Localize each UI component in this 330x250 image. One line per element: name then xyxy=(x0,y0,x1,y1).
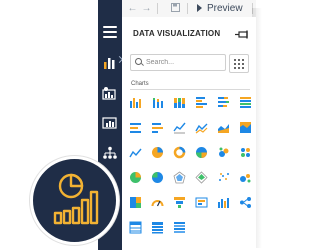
stacked-bar-chart-icon[interactable] xyxy=(217,96,230,109)
semi-pie-chart-icon[interactable] xyxy=(195,146,208,159)
undo-icon[interactable]: ← xyxy=(127,3,138,14)
hierarchy-icon[interactable] xyxy=(102,146,118,160)
polar-chart-icon[interactable] xyxy=(195,171,208,184)
column-chart-icon[interactable] xyxy=(129,96,142,109)
sunburst-chart-icon[interactable] xyxy=(239,146,252,159)
doughnut-chart-icon[interactable] xyxy=(173,146,186,159)
section-label-charts: Charts xyxy=(131,81,149,87)
heatmap-chart-icon[interactable] xyxy=(239,171,252,184)
pin-icon[interactable] xyxy=(235,30,249,39)
top-toolbar: ← → Preview xyxy=(121,0,256,18)
play-icon[interactable] xyxy=(197,4,202,12)
menu-icon[interactable] xyxy=(103,26,117,41)
range-bar-chart-icon[interactable] xyxy=(217,196,230,209)
line-chart-icon[interactable] xyxy=(129,121,142,134)
spline-chart-icon[interactable] xyxy=(195,121,208,134)
pyramid-pie-chart-icon[interactable] xyxy=(151,171,164,184)
search-field[interactable] xyxy=(130,54,226,71)
table-chart-icon[interactable] xyxy=(129,221,142,234)
treemap-chart-icon[interactable] xyxy=(129,196,142,209)
radar-chart-icon[interactable] xyxy=(173,171,186,184)
trend-line-chart-icon[interactable] xyxy=(129,146,142,159)
area-chart-icon[interactable] xyxy=(151,121,164,134)
bar-chart-icon[interactable] xyxy=(102,55,118,69)
pie-and-bars-icon xyxy=(53,173,99,225)
grid-chart-icon[interactable] xyxy=(151,221,164,234)
100-stacked-column-chart-icon[interactable] xyxy=(173,96,186,109)
area-100-chart-icon[interactable] xyxy=(239,121,252,134)
pivot-chart-icon[interactable] xyxy=(173,221,186,234)
search-input[interactable] xyxy=(146,56,222,69)
gauge-chart-icon[interactable] xyxy=(151,196,164,209)
report-icon[interactable] xyxy=(102,116,118,130)
step-area-chart-icon[interactable] xyxy=(217,121,230,134)
scatter-chart-icon[interactable] xyxy=(129,171,142,184)
toolbar-divider xyxy=(187,3,188,14)
redo-icon[interactable]: → xyxy=(141,3,152,14)
funnel-like-chart-icon[interactable] xyxy=(217,146,230,159)
section-divider xyxy=(130,89,250,90)
search-icon xyxy=(135,58,142,65)
data-visualization-panel: DATA VISUALIZATION Charts xyxy=(122,17,256,250)
panel-title: DATA VISUALIZATION xyxy=(133,29,221,38)
preview-button[interactable]: Preview xyxy=(207,2,243,15)
chart-badge xyxy=(30,156,119,245)
bubble-chart-icon[interactable] xyxy=(217,171,230,184)
kpi-chart-icon[interactable] xyxy=(195,196,208,209)
save-icon[interactable] xyxy=(170,3,181,14)
100-stacked-bar-chart-icon[interactable] xyxy=(239,96,252,109)
funnel-chart-icon[interactable] xyxy=(173,196,186,209)
toolbar-divider xyxy=(157,3,158,14)
data-sources-icon[interactable] xyxy=(102,86,118,100)
pie-chart-icon[interactable] xyxy=(151,146,164,159)
grid-view-button[interactable] xyxy=(229,54,249,73)
stacked-area-chart-icon[interactable] xyxy=(173,121,186,134)
bar-chart-icon[interactable] xyxy=(195,96,208,109)
sankey-chart-icon[interactable] xyxy=(239,196,252,209)
stacked-column-chart-icon[interactable] xyxy=(151,96,164,109)
